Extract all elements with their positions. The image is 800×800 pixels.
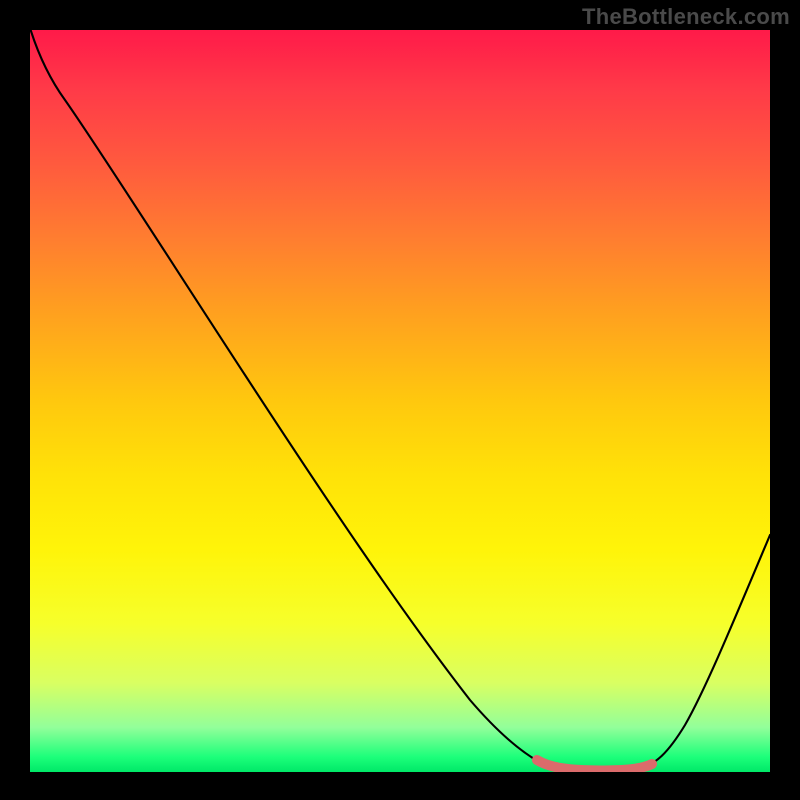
plot-area — [30, 30, 770, 772]
bottleneck-curve-svg — [30, 30, 770, 772]
watermark-label: TheBottleneck.com — [582, 4, 790, 30]
bottleneck-curve — [30, 30, 770, 771]
optimal-range-band — [537, 760, 652, 771]
chart-frame: TheBottleneck.com — [0, 0, 800, 800]
